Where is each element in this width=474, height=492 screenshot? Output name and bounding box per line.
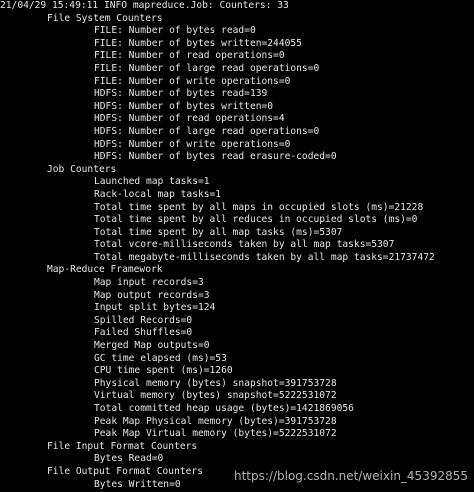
counter-line: GC time elapsed (ms)=53 [94, 352, 227, 364]
counter-line: Peak Map Physical memory (bytes)=3917537… [94, 415, 337, 427]
counter-line: Total time spent by all reduces in occup… [94, 214, 418, 226]
counter-line: Rack-local map tasks=1 [94, 188, 222, 200]
counter-line: Bytes Read=0 [94, 453, 164, 465]
counter-line: Failed Shuffles=0 [94, 327, 193, 339]
counter-group-title: Job Counters [47, 163, 117, 175]
counter-line: CPU time spent (ms)=1260 [94, 365, 233, 377]
counter-line: HDFS: Number of bytes read=139 [94, 88, 268, 100]
counter-line: Virtual memory (bytes) snapshot=52225310… [94, 390, 337, 402]
counter-line: Merged Map outputs=0 [94, 340, 210, 352]
counter-group-title: Map-Reduce Framework [47, 264, 163, 276]
counter-line: Total time spent by all map tasks (ms)=5… [94, 226, 343, 238]
counter-line: FILE: Number of bytes written=244055 [94, 37, 302, 49]
counter-line: Total megabyte-milliseconds taken by all… [94, 251, 435, 263]
counter-group-title: File Input Format Counters [47, 440, 198, 452]
counter-line: Launched map tasks=1 [94, 176, 210, 188]
counter-line: FILE: Number of write operations=0 [94, 75, 291, 87]
source-watermark: https://blog.csdn.net/weixin_45392855 [233, 469, 468, 483]
terminal-window[interactable]: 21/04/29 15:49:11 INFO mapreduce.Job: Co… [0, 0, 474, 492]
counter-line: HDFS: Number of bytes written=0 [94, 100, 274, 112]
counter-line: HDFS: Number of large read operations=0 [94, 125, 320, 137]
counter-group-title: File System Counters [47, 12, 163, 24]
counter-line: Map input records=3 [94, 277, 204, 289]
counter-line: Spilled Records=0 [94, 314, 193, 326]
counter-line: HDFS: Number of read operations=4 [94, 113, 285, 125]
counter-line: Total time spent by all maps in occupied… [94, 201, 424, 213]
counter-line: Input split bytes=124 [94, 302, 216, 314]
counter-line: Map output records=3 [94, 289, 210, 301]
counter-line: FILE: Number of large read operations=0 [94, 62, 320, 74]
counter-line: Peak Map Virtual memory (bytes)=52225310… [94, 428, 337, 440]
counter-line: Total vcore-milliseconds taken by all ma… [94, 239, 395, 251]
counter-line: FILE: Number of bytes read=0 [94, 25, 256, 37]
counter-line: Physical memory (bytes) snapshot=3917537… [94, 377, 337, 389]
log-header-line: 21/04/29 15:49:11 INFO mapreduce.Job: Co… [0, 0, 289, 11]
counter-line: HDFS: Number of bytes read erasure-coded… [94, 151, 337, 163]
counter-line: Total committed heap usage (bytes)=14218… [94, 403, 354, 414]
terminal-output: 21/04/29 15:49:11 INFO mapreduce.Job: Co… [0, 0, 474, 491]
counter-line: HDFS: Number of write operations=0 [94, 138, 291, 150]
counter-line: FILE: Number of read operations=0 [94, 50, 285, 62]
